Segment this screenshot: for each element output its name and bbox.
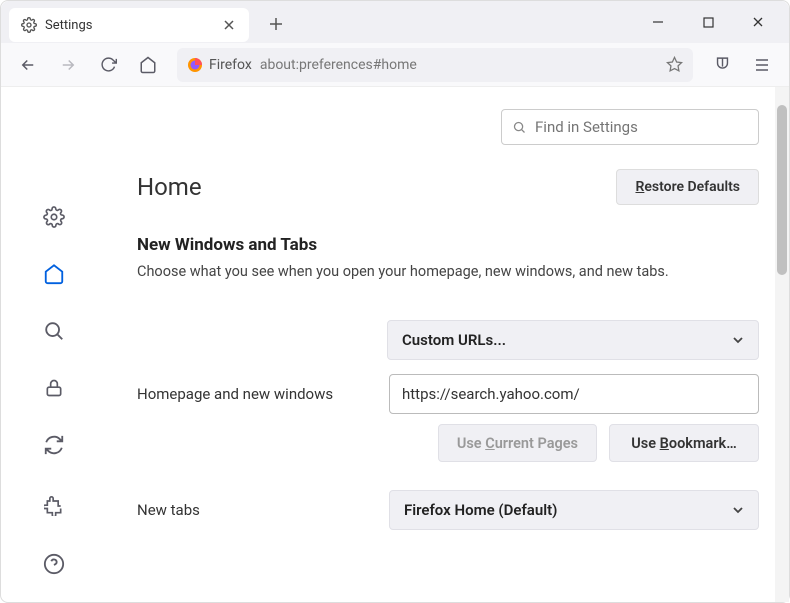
sidebar-sync[interactable] — [36, 431, 72, 460]
section-description: Choose what you see when you open your h… — [137, 263, 759, 280]
restore-defaults-button[interactable]: Restore Defaults — [616, 169, 759, 205]
use-current-pages-button[interactable]: Use Current Pages — [438, 424, 597, 462]
new-tab-button[interactable] — [261, 9, 291, 39]
use-bookmark-button[interactable]: Use Bookmark… — [609, 424, 759, 462]
forward-button[interactable] — [51, 48, 85, 82]
bookmark-star-icon[interactable] — [666, 56, 683, 73]
reload-button[interactable] — [91, 48, 125, 82]
minimize-button[interactable] — [635, 6, 681, 38]
maximize-button[interactable] — [685, 6, 731, 38]
urlbar-product-label: Firefox — [209, 57, 252, 73]
search-icon — [512, 120, 527, 135]
dropdown-value: Custom URLs... — [402, 331, 506, 349]
homepage-url-input[interactable] — [389, 374, 759, 414]
settings-search-input[interactable] — [535, 118, 748, 136]
address-bar[interactable]: Firefox about:preferences#home — [177, 48, 693, 82]
settings-sidebar — [1, 87, 107, 602]
gear-icon — [21, 17, 37, 33]
content-area: Home Restore Defaults New Windows and Ta… — [1, 87, 789, 602]
home-button[interactable] — [131, 48, 165, 82]
page-title: Home — [137, 173, 202, 201]
close-window-button[interactable] — [735, 6, 781, 38]
browser-toolbar: Firefox about:preferences#home — [1, 43, 789, 87]
firefox-icon — [187, 57, 203, 73]
urlbar-address: about:preferences#home — [260, 57, 417, 73]
homepage-mode-dropdown[interactable]: Custom URLs... — [387, 320, 759, 360]
back-button[interactable] — [11, 48, 45, 82]
browser-tab[interactable]: Settings — [9, 8, 249, 42]
sidebar-search[interactable] — [36, 316, 72, 345]
scrollbar[interactable] — [775, 87, 789, 602]
sidebar-extensions[interactable] — [36, 488, 72, 524]
window-titlebar: Settings — [1, 1, 789, 43]
dropdown-value: Firefox Home (Default) — [404, 501, 557, 519]
tab-title: Settings — [45, 18, 213, 33]
sidebar-privacy[interactable] — [36, 374, 72, 403]
pocket-icon[interactable] — [705, 48, 739, 82]
settings-main: Home Restore Defaults New Windows and Ta… — [107, 87, 789, 602]
window-controls — [635, 6, 781, 38]
settings-search[interactable] — [501, 109, 759, 145]
chevron-down-icon — [732, 334, 744, 346]
app-menu-button[interactable] — [745, 48, 779, 82]
scrollbar-thumb[interactable] — [777, 105, 787, 275]
newtabs-label: New tabs — [137, 501, 377, 519]
section-heading: New Windows and Tabs — [137, 235, 759, 255]
close-tab-icon[interactable] — [221, 17, 237, 33]
sidebar-general[interactable] — [36, 202, 72, 231]
homepage-label: Homepage and new windows — [137, 385, 377, 403]
sidebar-help[interactable] — [36, 546, 72, 582]
sidebar-home[interactable] — [36, 259, 72, 288]
newtabs-dropdown[interactable]: Firefox Home (Default) — [389, 490, 759, 530]
site-identity: Firefox — [187, 57, 252, 73]
chevron-down-icon — [732, 504, 744, 516]
